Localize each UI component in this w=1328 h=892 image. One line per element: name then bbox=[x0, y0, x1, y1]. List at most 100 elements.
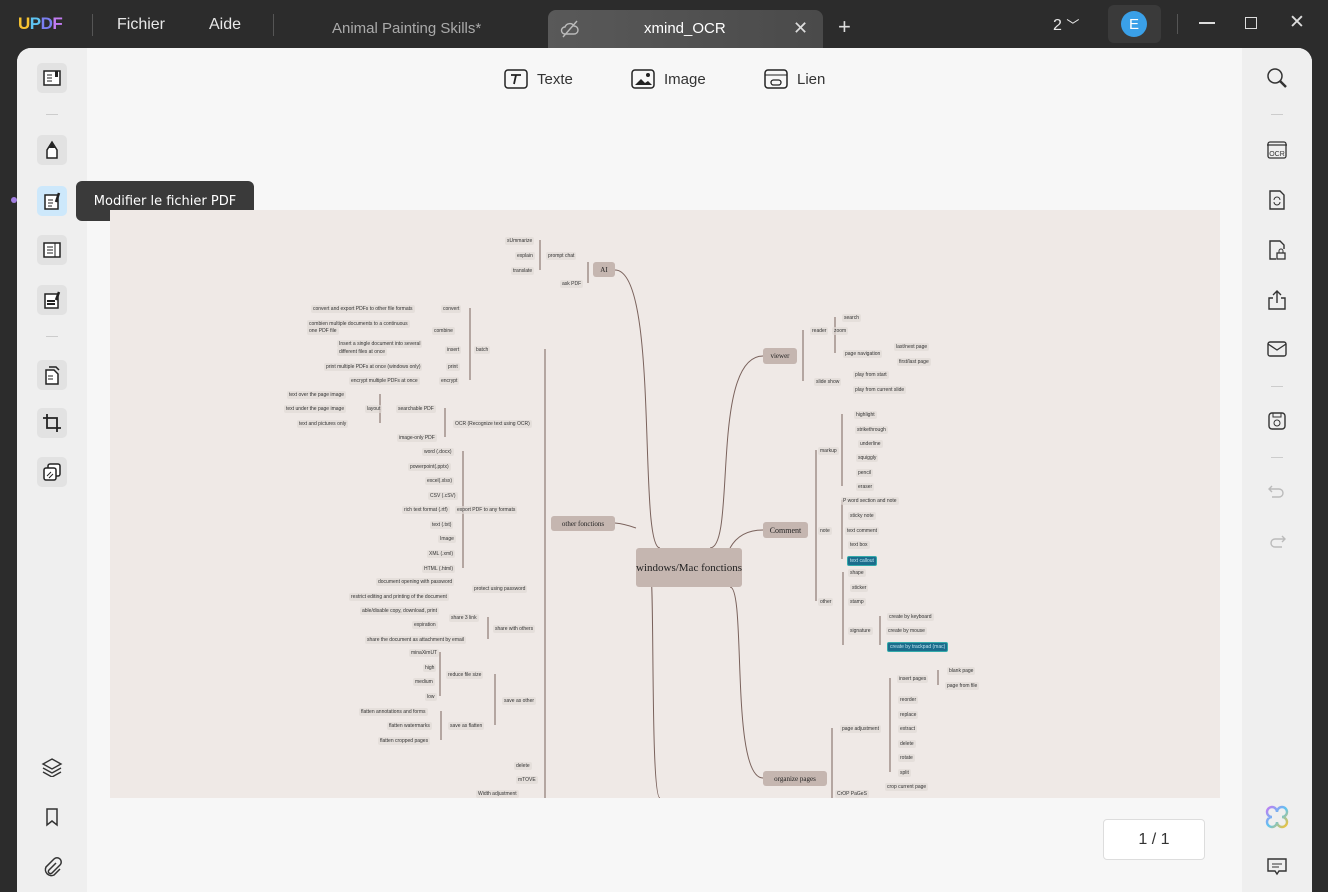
mindmap-label: word (.docx) bbox=[422, 448, 454, 456]
mindmap-label: text and pictures only bbox=[297, 420, 349, 428]
mindmap-label: extract bbox=[898, 725, 918, 733]
mindmap-label: pencil bbox=[856, 469, 874, 477]
mindmap-label: Width adjustment bbox=[476, 790, 519, 798]
mindmap-node-organize-pages: organize pages bbox=[763, 771, 827, 786]
mindmap-label: signature bbox=[848, 627, 873, 635]
maximize-button[interactable] bbox=[1245, 17, 1257, 29]
convert-icon bbox=[1269, 190, 1285, 210]
right-sidebar: OCR bbox=[1242, 48, 1312, 892]
protect-button[interactable] bbox=[1262, 235, 1292, 265]
mindmap-label: flatten annotations and forms bbox=[359, 708, 428, 716]
mindmap-label: insert pages bbox=[897, 675, 929, 683]
mindmap-label: rotate bbox=[898, 754, 915, 762]
mindmap-label: zoom bbox=[832, 327, 849, 335]
new-tab-button[interactable]: + bbox=[838, 14, 851, 40]
pages-button[interactable] bbox=[37, 360, 67, 390]
divider bbox=[1177, 14, 1178, 34]
close-window-button[interactable]: ✕ bbox=[1289, 11, 1305, 34]
ocr-button[interactable]: OCR bbox=[1262, 135, 1292, 165]
account-button[interactable]: E bbox=[1108, 5, 1161, 43]
mindmap-label: share 3 link bbox=[449, 614, 479, 622]
mindmap-label: document opening with password bbox=[376, 578, 455, 586]
mindmap-label: share the document as attachment by emai… bbox=[365, 636, 466, 644]
mindmap-label: sticker bbox=[850, 584, 869, 592]
minimize-button[interactable] bbox=[1199, 22, 1215, 24]
email-button[interactable] bbox=[1262, 334, 1292, 364]
mindmap-label: strikethrough bbox=[855, 426, 888, 434]
mindmap-label: save as flatten bbox=[448, 722, 485, 730]
save-button[interactable] bbox=[1262, 406, 1292, 436]
mindmap-label: page navigation bbox=[843, 350, 883, 358]
crop-icon bbox=[43, 414, 61, 432]
ocr-icon: OCR bbox=[1267, 141, 1287, 159]
close-tab-icon[interactable]: ✕ bbox=[793, 18, 808, 39]
branch-viewer bbox=[709, 355, 764, 549]
search-button[interactable] bbox=[1262, 63, 1292, 93]
link-label: Lien bbox=[797, 70, 826, 88]
mindmap-node-other-fonctions: other fonctions bbox=[551, 516, 615, 531]
mindmap-label: text over the page image bbox=[287, 391, 347, 399]
mindmap-label: explain bbox=[515, 252, 535, 260]
tab-animal-painting[interactable]: Animal Painting Skills* bbox=[332, 20, 481, 37]
mindmap-label: powerpoint(.pptx) bbox=[408, 463, 451, 471]
branch-cloud bbox=[649, 569, 661, 798]
undo-button[interactable] bbox=[1262, 477, 1292, 507]
cloud-off-icon bbox=[560, 20, 579, 38]
mindmap-label: stamp bbox=[848, 598, 866, 606]
mindmap-label: create by keyboard bbox=[887, 613, 934, 621]
mindmap-label: CrOP PaGeS bbox=[835, 790, 869, 798]
mindmap-label: minaXimUT bbox=[409, 649, 440, 657]
mindmap-label: flatten watermarks bbox=[387, 722, 432, 730]
mindmap-label: print bbox=[446, 363, 460, 371]
mindmap-label: high bbox=[423, 664, 437, 672]
branch-other bbox=[614, 522, 637, 529]
mindmap-label: image-only PDF bbox=[397, 434, 437, 442]
documents-icon bbox=[45, 366, 60, 385]
organize-pages-button[interactable] bbox=[37, 235, 67, 265]
window-count-dropdown[interactable]: 2 ﹀ bbox=[1053, 15, 1079, 35]
add-text-button[interactable]: Texte bbox=[503, 68, 573, 90]
menu-aide[interactable]: Aide bbox=[209, 16, 241, 34]
link-icon bbox=[764, 69, 788, 89]
pdf-page[interactable]: windows/Mac fonctions AI other fonctions vi… bbox=[110, 210, 1220, 798]
mindmap-label: text under the page image bbox=[284, 405, 347, 413]
left-sidebar: Modifier le fichier PDF bbox=[17, 48, 254, 892]
menu-fichier[interactable]: Fichier bbox=[117, 16, 165, 34]
reader-mode-button[interactable] bbox=[37, 63, 67, 93]
layers-button[interactable] bbox=[37, 752, 67, 782]
mindmap-label: excel(.xlsx) bbox=[425, 477, 455, 485]
fill-sign-button[interactable] bbox=[37, 285, 67, 315]
mindmap-label: searchable PDF bbox=[396, 405, 436, 413]
search-icon bbox=[1267, 68, 1287, 88]
mindmap-label: last/next page bbox=[894, 343, 930, 351]
mindmap-label: prompt chat bbox=[546, 252, 577, 260]
comments-list-button[interactable] bbox=[1262, 852, 1292, 882]
mindmap-center-node: windows/Mac fonctions bbox=[636, 548, 742, 587]
share-button[interactable] bbox=[1262, 285, 1292, 315]
convert-button[interactable] bbox=[1262, 185, 1292, 215]
redo-button[interactable] bbox=[1262, 527, 1292, 557]
branch-ai bbox=[614, 269, 661, 549]
divider bbox=[1271, 114, 1283, 115]
bookmark-button[interactable] bbox=[37, 802, 67, 832]
mindmap-label: page from file bbox=[945, 682, 980, 690]
mindmap-label: replace bbox=[898, 711, 919, 719]
mindmap-label: insert bbox=[445, 346, 462, 354]
page-indicator[interactable]: 1 / 1 bbox=[1103, 819, 1205, 860]
watermark-button[interactable] bbox=[37, 457, 67, 487]
attachment-button[interactable] bbox=[37, 852, 67, 882]
ai-assistant-button[interactable] bbox=[1262, 802, 1292, 832]
crop-button[interactable] bbox=[37, 408, 67, 438]
mindmap-label: flatten cropped pages bbox=[378, 737, 431, 745]
mindmap-label: sUmmarize bbox=[505, 237, 535, 245]
add-image-button[interactable]: Image bbox=[630, 68, 706, 90]
mindmap-label: OCR (Recognize text using OCR) bbox=[453, 420, 532, 428]
mindmap-label: play from current slide bbox=[853, 386, 907, 394]
comment-tool-button[interactable] bbox=[37, 135, 67, 165]
add-link-button[interactable]: Lien bbox=[763, 68, 825, 90]
divider bbox=[46, 336, 58, 337]
edit-pdf-button[interactable] bbox=[37, 186, 67, 216]
mindmap-label: protect using password bbox=[472, 585, 528, 593]
mindmap-label: text (.txt) bbox=[430, 521, 454, 529]
tab-xmind-ocr[interactable]: xmind_OCR ✕ bbox=[548, 10, 823, 48]
